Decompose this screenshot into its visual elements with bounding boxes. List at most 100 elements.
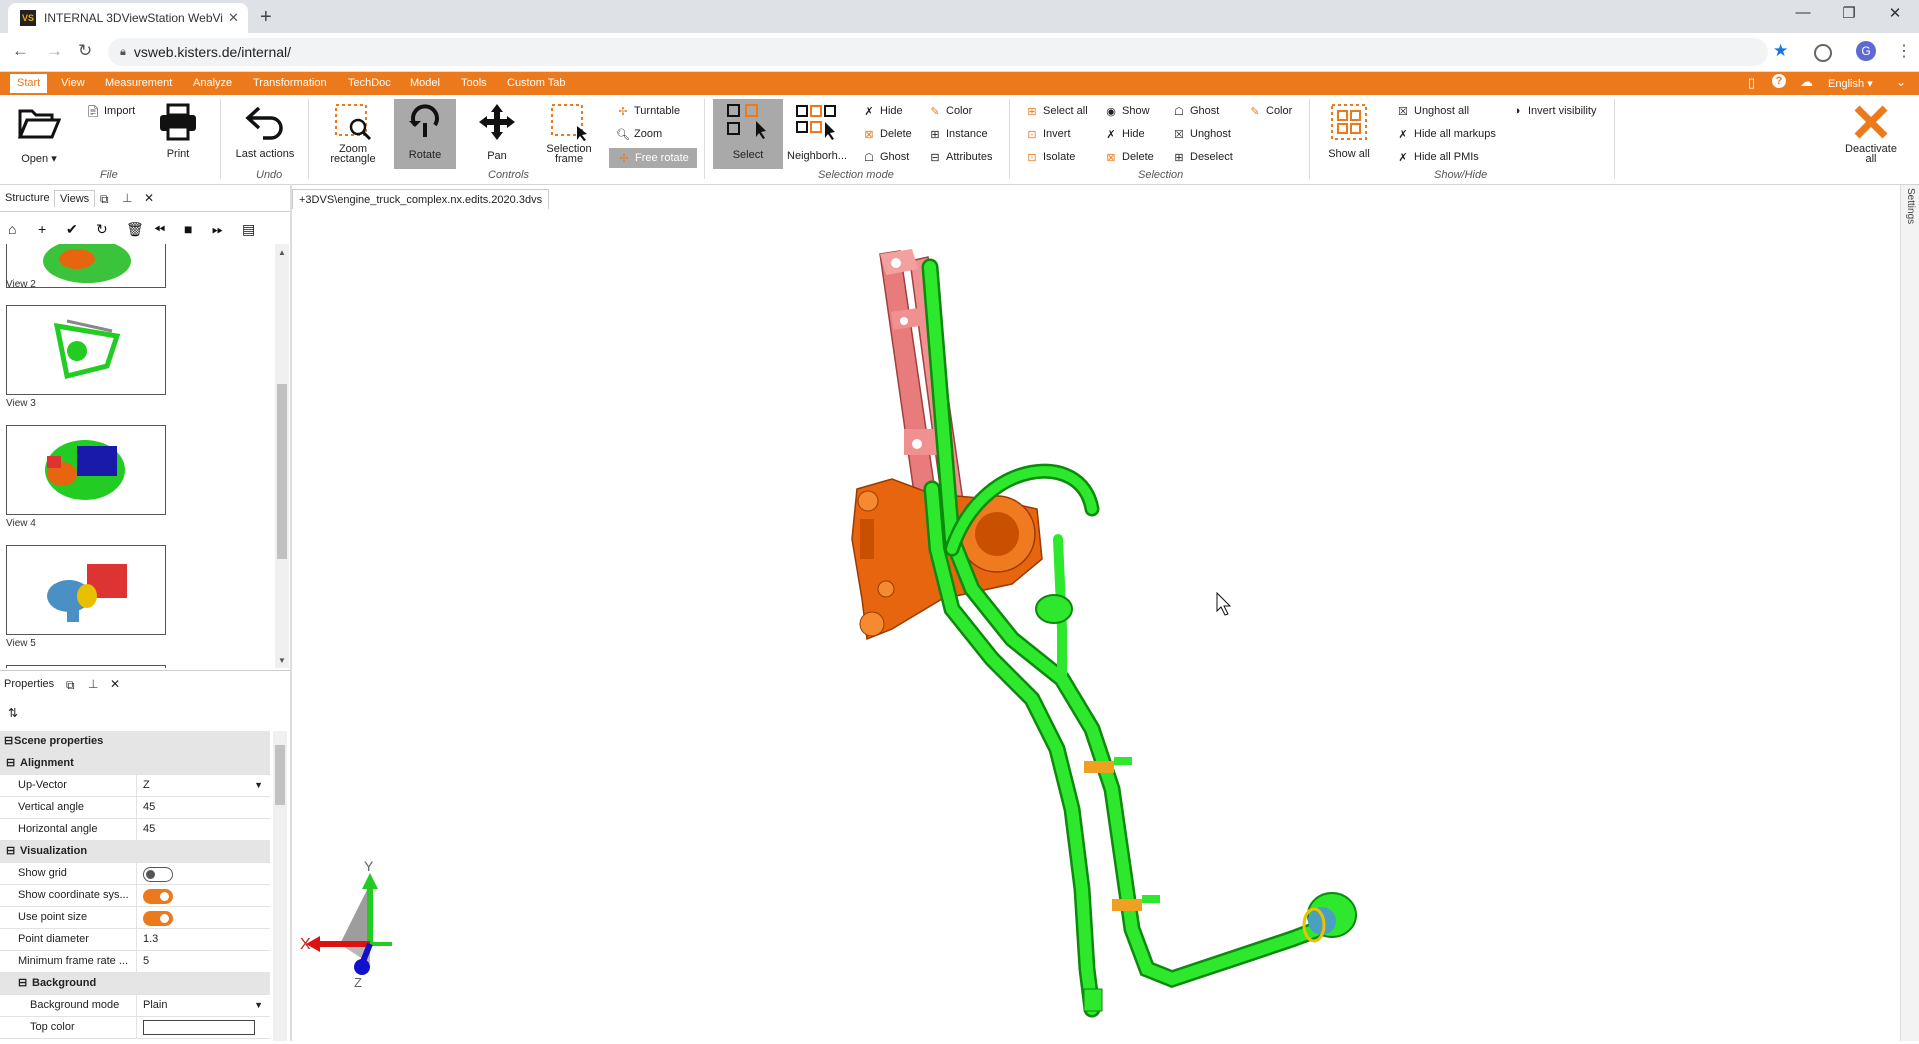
selection-color-button[interactable]: ✎ Color bbox=[1248, 104, 1292, 118]
view-thumbnail[interactable] bbox=[6, 545, 166, 635]
menu-techdoc[interactable]: TechDoc bbox=[341, 74, 398, 93]
hide-button[interactable]: ✗ Hide bbox=[1104, 127, 1144, 141]
up-vector-select[interactable]: Z ▼ bbox=[136, 775, 269, 796]
mode-ghost-button[interactable]: ☖ Ghost bbox=[862, 150, 909, 164]
menu-measurement[interactable]: Measurement bbox=[98, 74, 179, 93]
menu-custom-tab[interactable]: Custom Tab bbox=[500, 74, 573, 93]
view-thumbnail[interactable] bbox=[6, 305, 166, 395]
document-tab[interactable]: +3DVS\engine_truck_complex.nx.edits.2020… bbox=[292, 189, 550, 210]
menu-start[interactable]: Start bbox=[10, 74, 48, 93]
section-visualization[interactable]: ⊟ Visualization bbox=[0, 841, 270, 863]
hide-all-markups-button[interactable]: ✗ Hide all markups bbox=[1396, 127, 1496, 141]
properties-scrollbar[interactable] bbox=[273, 731, 287, 1041]
mode-attributes-button[interactable]: ⊟ Attributes bbox=[928, 150, 992, 164]
refresh-view-icon[interactable]: ↻ bbox=[96, 221, 108, 238]
open-button[interactable]: Open ▾ bbox=[8, 100, 70, 165]
reload-icon[interactable]: ↻ bbox=[78, 41, 92, 61]
zoom-button[interactable]: 🔍︎ Zoom bbox=[616, 127, 662, 141]
export-views-icon[interactable]: ▤ bbox=[242, 221, 255, 238]
menu-view[interactable]: View bbox=[54, 74, 92, 93]
section-alignment[interactable]: ⊟ Alignment bbox=[0, 753, 270, 775]
cloud-sync-icon[interactable]: ☁ bbox=[1800, 74, 1813, 90]
unghost-button[interactable]: ☒ Unghost bbox=[1172, 127, 1231, 141]
url-field[interactable]: 🔒︎ vsweb.kisters.de/internal/ bbox=[108, 38, 1768, 66]
extension-icon[interactable] bbox=[1814, 44, 1832, 62]
select-all-button[interactable]: ⊞ Select all bbox=[1025, 104, 1087, 118]
import-button[interactable]: 📄︎ Import bbox=[86, 104, 135, 118]
selection-frame-button[interactable]: Selection frame bbox=[538, 100, 600, 165]
views-scrollbar-thumb[interactable] bbox=[277, 384, 287, 559]
minimize-icon[interactable]: — bbox=[1780, 4, 1826, 21]
turntable-button[interactable]: ✢ Turntable bbox=[616, 104, 680, 118]
pin-icon[interactable]: ⊥ bbox=[88, 677, 98, 691]
unghost-all-button[interactable]: ☒ Unghost all bbox=[1396, 104, 1469, 118]
last-actions-button[interactable]: Last actions bbox=[234, 100, 296, 160]
profile-avatar[interactable]: G bbox=[1856, 41, 1876, 61]
rewind-icon[interactable]: ⏪︎ bbox=[154, 221, 165, 238]
float-panel-icon[interactable]: ⧉ bbox=[66, 678, 75, 693]
stop-icon[interactable]: ■ bbox=[184, 221, 192, 237]
pan-button[interactable]: Pan bbox=[466, 100, 528, 162]
mode-instance-button[interactable]: ⊞ Instance bbox=[928, 127, 987, 141]
scroll-down-icon[interactable]: ▼ bbox=[278, 656, 286, 665]
vertical-angle-input[interactable]: 45 bbox=[136, 797, 269, 818]
menu-analyze[interactable]: Analyze bbox=[186, 74, 239, 93]
menu-transformation[interactable]: Transformation bbox=[246, 74, 334, 93]
bookmark-star-icon[interactable]: ★ bbox=[1773, 41, 1788, 61]
tab-structure[interactable]: Structure bbox=[0, 190, 55, 206]
views-scrollbar[interactable] bbox=[275, 244, 289, 668]
print-button[interactable]: Print bbox=[147, 100, 209, 160]
point-diameter-input[interactable]: 1.3 bbox=[136, 929, 269, 950]
min-frame-rate-input[interactable]: 5 bbox=[136, 951, 269, 972]
collapse-ribbon-icon[interactable]: ⌄ bbox=[1896, 75, 1906, 89]
neighborhood-button[interactable]: Neighborh... bbox=[783, 100, 851, 162]
hide-all-pmis-button[interactable]: ✗ Hide all PMIs bbox=[1396, 150, 1478, 164]
top-color-swatch[interactable] bbox=[143, 1020, 255, 1035]
select-mode-button[interactable]: Select bbox=[713, 99, 783, 169]
properties-scrollbar-thumb[interactable] bbox=[275, 745, 285, 805]
show-button[interactable]: ◉ Show bbox=[1104, 104, 1149, 118]
show-all-button[interactable]: Show all bbox=[1318, 100, 1380, 160]
home-view-icon[interactable]: ⌂ bbox=[8, 221, 16, 237]
help-icon[interactable]: ? bbox=[1772, 74, 1786, 88]
settings-tab[interactable]: Settings bbox=[1902, 188, 1916, 228]
language-select[interactable]: English ▾ bbox=[1828, 77, 1873, 90]
deactivate-all-button[interactable]: Deactivate all bbox=[1840, 100, 1902, 165]
invert-button[interactable]: ⊡ Invert bbox=[1025, 127, 1070, 141]
show-grid-toggle[interactable] bbox=[143, 867, 173, 882]
check-views-icon[interactable]: ✔ bbox=[66, 221, 78, 238]
mode-delete-button[interactable]: ⊠ Delete bbox=[862, 127, 911, 141]
rotate-button[interactable]: Rotate bbox=[394, 99, 456, 169]
use-point-size-toggle[interactable] bbox=[143, 911, 173, 926]
delete-view-icon[interactable]: 🗑︎ bbox=[126, 221, 144, 238]
section-scene-properties[interactable]: ⊟ Scene properties bbox=[0, 731, 270, 753]
mode-color-button[interactable]: ✎ Color bbox=[928, 104, 972, 118]
mobile-icon[interactable]: ▯ bbox=[1748, 75, 1755, 91]
ghost-button[interactable]: ☖ Ghost bbox=[1172, 104, 1219, 118]
float-panel-icon[interactable]: ⧉ bbox=[100, 192, 109, 207]
sort-icon[interactable]: ⇅ bbox=[8, 706, 18, 720]
deselect-button[interactable]: ⊞ Deselect bbox=[1172, 150, 1232, 164]
close-panel-icon[interactable]: ✕ bbox=[110, 677, 120, 691]
delete-button[interactable]: ⊠ Delete bbox=[1104, 150, 1153, 164]
show-coordinate-system-toggle[interactable] bbox=[143, 889, 173, 904]
view-thumbnail[interactable] bbox=[6, 425, 166, 515]
back-icon[interactable]: ← bbox=[12, 41, 29, 61]
horizontal-angle-input[interactable]: 45 bbox=[136, 819, 269, 840]
close-window-icon[interactable]: ✕ bbox=[1872, 4, 1918, 22]
tab-views[interactable]: Views bbox=[54, 190, 96, 207]
menu-model[interactable]: Model bbox=[403, 74, 447, 93]
forward-icon[interactable]: → bbox=[46, 41, 63, 61]
fast-forward-icon[interactable]: ⏩︎ bbox=[212, 221, 223, 238]
free-rotate-button[interactable]: ✢ Free rotate bbox=[609, 148, 697, 168]
add-view-icon[interactable]: + bbox=[38, 221, 46, 237]
zoom-rectangle-button[interactable]: Zoom rectangle bbox=[322, 100, 384, 165]
scroll-up-icon[interactable]: ▲ bbox=[278, 248, 286, 257]
menu-tools[interactable]: Tools bbox=[454, 74, 494, 93]
background-mode-select[interactable]: Plain ▼ bbox=[136, 995, 269, 1016]
section-background[interactable]: ⊟ Background bbox=[0, 973, 270, 995]
close-tab-icon[interactable]: ✕ bbox=[228, 10, 239, 26]
invert-visibility-button[interactable]: ◑ Invert visibility bbox=[1510, 104, 1597, 118]
isolate-button[interactable]: ⊡ Isolate bbox=[1025, 150, 1075, 164]
browser-menu-icon[interactable]: ⋮ bbox=[1896, 41, 1912, 61]
